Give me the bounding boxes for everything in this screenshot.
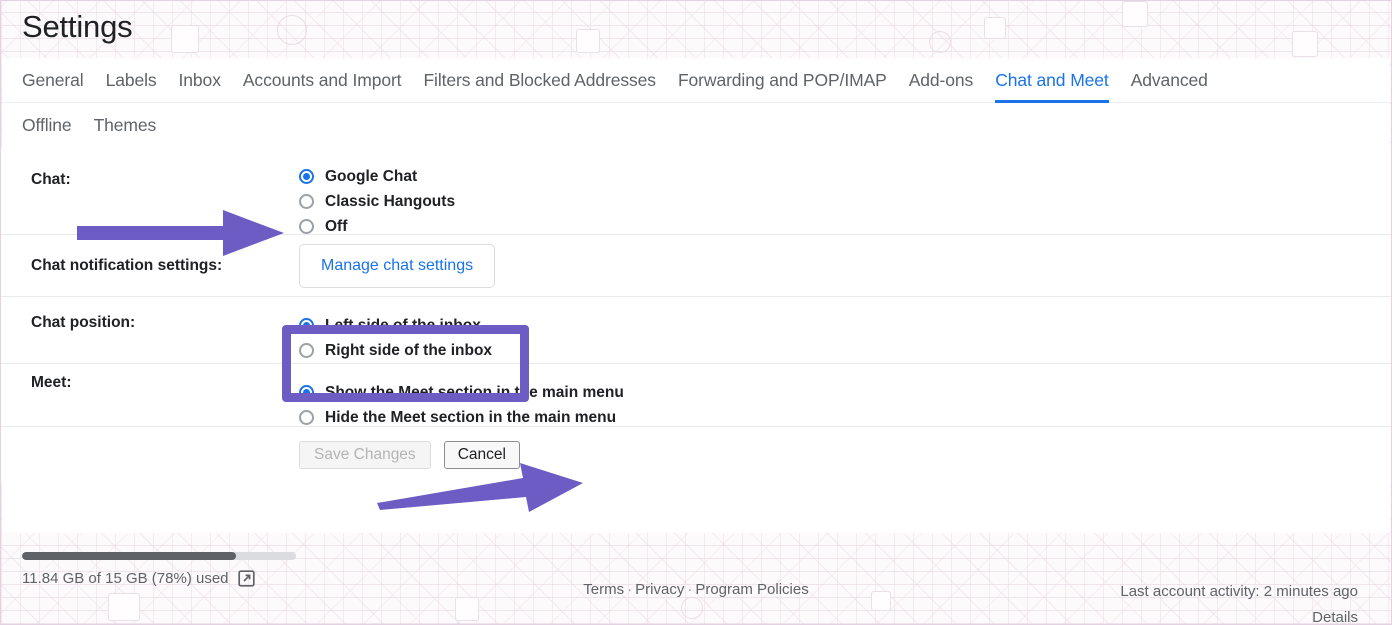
footer-link-program-policies[interactable]: Program Policies bbox=[695, 581, 808, 598]
arrow-right-icon bbox=[77, 210, 284, 256]
tab-forwarding-and-pop-imap[interactable]: Forwarding and POP/IMAP bbox=[667, 58, 898, 103]
tab-row-secondary: Offline Themes bbox=[1, 103, 1391, 147]
tab-offline[interactable]: Offline bbox=[22, 103, 83, 148]
tab-labels[interactable]: Labels bbox=[95, 58, 168, 103]
radio-icon-classic-hangouts[interactable] bbox=[299, 194, 314, 209]
radio-label-classic-hangouts: Classic Hangouts bbox=[325, 192, 456, 210]
footer-link-terms[interactable]: Terms bbox=[583, 581, 624, 598]
tab-add-ons[interactable]: Add-ons bbox=[898, 58, 984, 103]
setting-row-actions: Save Changes Cancel bbox=[1, 427, 1391, 483]
chat-label: Chat: bbox=[31, 171, 71, 188]
setting-row-chat-position: Chat position: Left side of the inbox Ri… bbox=[1, 297, 1391, 364]
tab-themes[interactable]: Themes bbox=[83, 103, 168, 148]
radio-icon-off[interactable] bbox=[299, 219, 314, 234]
footer-link-privacy[interactable]: Privacy bbox=[635, 581, 684, 598]
settings-tabs: General Labels Inbox Accounts and Import… bbox=[1, 58, 1391, 147]
annotation-highlight-chat-position bbox=[282, 325, 529, 402]
radio-option-classic-hangouts[interactable]: Classic Hangouts bbox=[299, 189, 1359, 214]
chat-position-label: Chat position: bbox=[31, 314, 136, 331]
account-activity: Last account activity: 2 minutes ago Det… bbox=[1120, 579, 1358, 624]
radio-icon-google-chat[interactable] bbox=[299, 169, 314, 184]
annotation-arrow-save-changes bbox=[375, 461, 587, 513]
radio-option-google-chat[interactable]: Google Chat bbox=[299, 164, 1359, 189]
storage-bar-track bbox=[22, 552, 296, 560]
last-account-activity-text: Last account activity: 2 minutes ago bbox=[1120, 583, 1358, 600]
tab-chat-and-meet[interactable]: Chat and Meet bbox=[984, 58, 1120, 103]
account-details-link[interactable]: Details bbox=[1312, 609, 1358, 624]
tab-accounts-and-import[interactable]: Accounts and Import bbox=[232, 58, 413, 103]
radio-icon-hide-meet-section[interactable] bbox=[299, 410, 314, 425]
settings-body: Chat: Google Chat Classic Hangouts Off C… bbox=[1, 148, 1391, 483]
tab-filters-and-blocked-addresses[interactable]: Filters and Blocked Addresses bbox=[412, 58, 667, 103]
page-title: Settings bbox=[22, 9, 133, 44]
footer-separator-1: · bbox=[627, 581, 633, 598]
arrow-right-icon bbox=[377, 463, 583, 512]
storage-bar-fill bbox=[22, 552, 236, 560]
setting-row-meet: Meet: Show the Meet section in the main … bbox=[1, 364, 1391, 427]
chat-notification-settings-label: Chat notification settings: bbox=[31, 256, 223, 274]
tab-general[interactable]: General bbox=[22, 58, 95, 103]
manage-chat-settings-button[interactable]: Manage chat settings bbox=[299, 243, 496, 288]
tab-advanced[interactable]: Advanced bbox=[1120, 58, 1219, 103]
meet-label: Meet: bbox=[31, 374, 72, 391]
radio-label-off: Off bbox=[325, 217, 348, 235]
settings-footer: 11.84 GB of 15 GB (78%) used Terms · Priva… bbox=[1, 533, 1391, 624]
actions-spacer bbox=[31, 444, 299, 466]
footer-separator-2: · bbox=[687, 581, 693, 598]
radio-label-google-chat: Google Chat bbox=[325, 167, 418, 185]
settings-header: Settings bbox=[1, 1, 1391, 58]
radio-label-hide-meet-section: Hide the Meet section in the main menu bbox=[325, 408, 617, 426]
chat-notification-control: Manage chat settings bbox=[299, 243, 1359, 288]
annotation-arrow-off-option bbox=[73, 207, 288, 259]
tab-inbox[interactable]: Inbox bbox=[168, 58, 232, 103]
tab-row-primary: General Labels Inbox Accounts and Import… bbox=[1, 58, 1391, 103]
gmail-settings-window: Settings General Labels Inbox Accounts a… bbox=[0, 0, 1392, 625]
